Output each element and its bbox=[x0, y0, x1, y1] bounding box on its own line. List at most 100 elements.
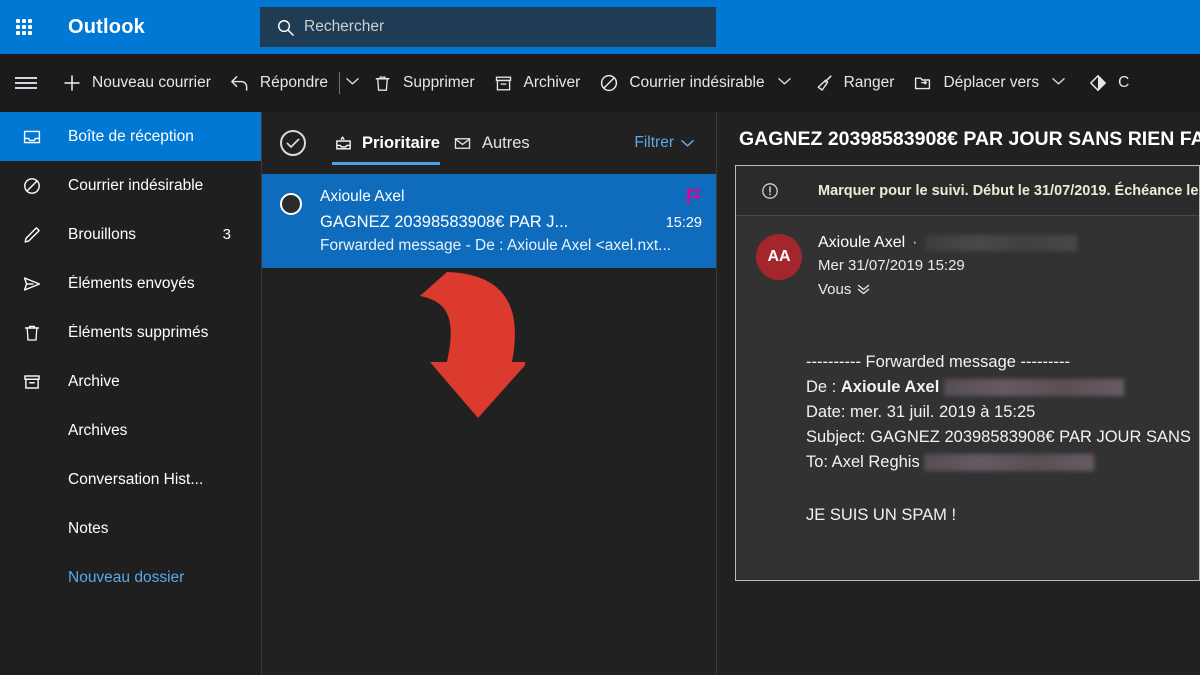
recipients-label: Vous bbox=[818, 281, 851, 298]
search-icon bbox=[272, 18, 298, 37]
move-to-button[interactable]: Déplacer vers bbox=[903, 64, 1078, 102]
sweep-label: Ranger bbox=[844, 74, 895, 92]
email-body: ---------- Forwarded message --------- D… bbox=[736, 298, 1199, 528]
block-icon bbox=[598, 72, 620, 94]
message-select-dot[interactable] bbox=[280, 193, 302, 215]
divider bbox=[339, 72, 340, 94]
forwarded-subject-line: Subject: GAGNEZ 20398583908€ PAR JOUR SA… bbox=[806, 425, 1199, 450]
message-preview: Forwarded message - De : Axioule Axel <a… bbox=[320, 237, 702, 255]
app-launcher-button[interactable] bbox=[0, 0, 48, 54]
archive-button[interactable]: Archiver bbox=[483, 64, 589, 102]
hamburger-icon bbox=[15, 74, 37, 92]
sidebar-item-junk[interactable]: Courrier indésirable bbox=[0, 161, 261, 210]
flag-icon[interactable] bbox=[686, 188, 702, 210]
focused-inbox-icon bbox=[332, 132, 354, 154]
search-input[interactable]: Rechercher bbox=[304, 18, 384, 36]
message-sender: Axioule Axel bbox=[320, 188, 686, 206]
message-subject: GAGNEZ 20398583908€ PAR J... bbox=[320, 213, 656, 232]
followup-text: Marquer pour le suivi. Début le 31/07/20… bbox=[818, 183, 1200, 199]
sidebar-item-label: Boîte de réception bbox=[68, 128, 231, 146]
sidebar-item-deleted[interactable]: Éléments supprimés bbox=[0, 308, 261, 357]
recipients-line[interactable]: Vous bbox=[818, 281, 1077, 298]
tab-focused-label: Prioritaire bbox=[362, 134, 440, 153]
tab-focused[interactable]: Prioritaire bbox=[326, 112, 446, 174]
top-navigation-bar: Outlook Rechercher bbox=[0, 0, 1200, 54]
move-to-dropdown-caret[interactable] bbox=[1048, 77, 1069, 89]
message-list-item[interactable]: Axioule Axel GAGNEZ 20398583908€ PAR J..… bbox=[262, 174, 716, 268]
filter-button[interactable]: Filtrer bbox=[634, 134, 694, 152]
categorize-label: C bbox=[1118, 74, 1129, 92]
email-card: Marquer pour le suivi. Début le 31/07/20… bbox=[735, 165, 1200, 581]
reply-icon bbox=[229, 72, 251, 94]
tab-other-label: Autres bbox=[482, 134, 530, 153]
reply-button[interactable]: Répondre bbox=[220, 64, 337, 102]
app-title[interactable]: Outlook bbox=[68, 16, 145, 39]
sidebar-item-label: Nouveau dossier bbox=[68, 569, 261, 587]
sidebar-item-new-folder[interactable]: Nouveau dossier bbox=[0, 553, 261, 602]
search-box[interactable]: Rechercher bbox=[260, 7, 716, 47]
main-panes: Boîte de réception Courrier indésirable … bbox=[0, 112, 1200, 675]
forwarded-to-label: To: Axel Reghis bbox=[806, 453, 920, 471]
forwarded-from-line: De : Axioule Axel bbox=[806, 375, 1199, 400]
info-icon bbox=[760, 180, 780, 202]
redacted-to-address bbox=[924, 454, 1094, 471]
sidebar-item-conversation-history[interactable]: Conversation Hist... bbox=[0, 455, 261, 504]
new-mail-button[interactable]: Nouveau courrier bbox=[52, 64, 220, 102]
block-icon bbox=[22, 176, 46, 196]
categorize-button[interactable]: C bbox=[1078, 64, 1138, 102]
trash-icon bbox=[372, 72, 394, 94]
archive-icon bbox=[492, 72, 514, 94]
archive-icon bbox=[22, 372, 46, 392]
waffle-icon bbox=[16, 19, 32, 35]
forwarded-from-label: De : bbox=[806, 378, 836, 396]
sidebar-item-label: Conversation Hist... bbox=[68, 471, 261, 489]
filter-label: Filtrer bbox=[634, 134, 674, 152]
tab-other[interactable]: Autres bbox=[446, 112, 536, 174]
sidebar-item-sent[interactable]: Éléments envoyés bbox=[0, 259, 261, 308]
sender-meta: Axioule Axel · Mer 31/07/2019 15:29 Vous bbox=[818, 234, 1077, 298]
forwarded-from-name: Axioule Axel bbox=[841, 378, 939, 396]
sender-name: Axioule Axel bbox=[818, 234, 905, 252]
archive-label: Archiver bbox=[523, 74, 580, 92]
sidebar-item-notes[interactable]: Notes bbox=[0, 504, 261, 553]
menu-button[interactable] bbox=[0, 54, 52, 112]
envelope-icon bbox=[452, 132, 474, 154]
message-time: 15:29 bbox=[656, 215, 702, 231]
junk-dropdown-caret[interactable] bbox=[774, 77, 795, 89]
message-list-pane: Prioritaire Autres Filtrer bbox=[261, 112, 717, 675]
message-list-header: Prioritaire Autres Filtrer bbox=[262, 112, 716, 174]
sender-line: Axioule Axel · bbox=[818, 234, 1077, 252]
separator-dot: · bbox=[912, 234, 917, 252]
command-bar: Nouveau courrier Répondre Supprimer Arch… bbox=[0, 54, 1200, 112]
plus-icon bbox=[61, 72, 83, 94]
junk-button[interactable]: Courrier indésirable bbox=[589, 64, 803, 102]
sidebar-item-archive[interactable]: Archive bbox=[0, 357, 261, 406]
email-date: Mer 31/07/2019 15:29 bbox=[818, 257, 1077, 274]
select-all-button[interactable] bbox=[280, 130, 306, 156]
junk-label: Courrier indésirable bbox=[629, 74, 764, 92]
tab-active-indicator bbox=[332, 162, 440, 165]
delete-button[interactable]: Supprimer bbox=[363, 64, 484, 102]
move-to-label: Déplacer vers bbox=[943, 74, 1039, 92]
email-header: AA Axioule Axel · Mer 31/07/2019 15:29 V… bbox=[736, 216, 1199, 298]
sweep-button[interactable]: Ranger bbox=[804, 64, 904, 102]
sidebar-item-drafts[interactable]: Brouillons 3 bbox=[0, 210, 261, 259]
email-subject: GAGNEZ 20398583908€ PAR JOUR SANS RIEN F… bbox=[727, 128, 1200, 151]
avatar: AA bbox=[756, 234, 802, 280]
chevron-down-icon bbox=[681, 139, 694, 148]
folder-sidebar: Boîte de réception Courrier indésirable … bbox=[0, 112, 261, 675]
pencil-icon bbox=[22, 225, 46, 245]
sidebar-item-archives[interactable]: Archives bbox=[0, 406, 261, 455]
move-to-icon bbox=[912, 72, 934, 94]
redacted-email-address bbox=[925, 235, 1077, 251]
forwarded-to-line: To: Axel Reghis bbox=[806, 450, 1199, 475]
message-top-row: Axioule Axel bbox=[320, 188, 702, 210]
sidebar-item-label: Éléments envoyés bbox=[68, 275, 231, 293]
sidebar-item-inbox[interactable]: Boîte de réception bbox=[0, 112, 261, 161]
followup-banner: Marquer pour le suivi. Début le 31/07/20… bbox=[736, 166, 1199, 216]
reply-dropdown-caret[interactable] bbox=[342, 77, 363, 89]
reply-label: Répondre bbox=[260, 74, 328, 92]
sidebar-item-label: Courrier indésirable bbox=[68, 177, 231, 195]
email-closing-text: JE SUIS UN SPAM ! bbox=[806, 503, 1199, 528]
sidebar-item-count: 3 bbox=[223, 226, 261, 243]
